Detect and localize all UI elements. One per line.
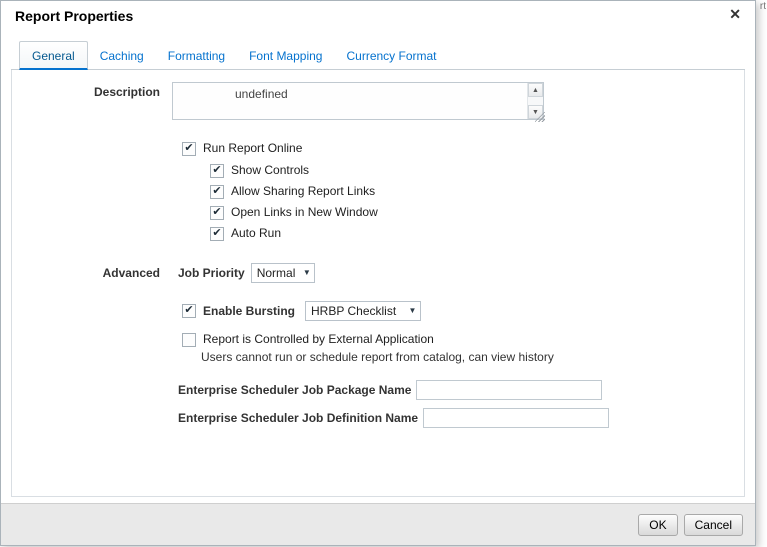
job-definition-input[interactable] bbox=[423, 408, 610, 428]
open-links-row: ✔ Open Links in New Window bbox=[210, 204, 744, 220]
run-report-online-label: Run Report Online bbox=[203, 141, 303, 155]
report-properties-dialog: Report Properties ✕ General Caching Form… bbox=[0, 0, 756, 546]
external-app-help-text: Users cannot run or schedule report from… bbox=[201, 350, 554, 364]
background-text-fragment: rt bbox=[759, 1, 766, 12]
dropdown-arrow-icon: ▼ bbox=[408, 306, 417, 315]
open-links-label: Open Links in New Window bbox=[231, 205, 378, 219]
job-definition-row: Enterprise Scheduler Job Definition Name bbox=[12, 408, 744, 428]
auto-run-row: ✔ Auto Run bbox=[210, 225, 744, 241]
ok-button[interactable]: OK bbox=[638, 513, 678, 536]
show-controls-row: ✔ Show Controls bbox=[210, 162, 744, 178]
external-app-checkbox[interactable] bbox=[182, 333, 196, 347]
allow-sharing-checkbox[interactable]: ✔ bbox=[210, 185, 224, 199]
close-icon[interactable]: ✕ bbox=[729, 6, 741, 22]
auto-run-checkbox[interactable]: ✔ bbox=[210, 227, 224, 241]
description-value: undefined bbox=[235, 87, 288, 101]
auto-run-label: Auto Run bbox=[231, 226, 282, 240]
job-package-row: Enterprise Scheduler Job Package Name bbox=[12, 380, 744, 400]
check-icon: ✔ bbox=[212, 206, 222, 218]
job-package-input[interactable] bbox=[416, 380, 603, 400]
dialog-title: Report Properties bbox=[15, 8, 134, 24]
run-report-online-checkbox[interactable]: ✔ bbox=[182, 142, 196, 156]
dialog-footer: OK Cancel bbox=[1, 503, 755, 545]
external-app-row: Report is Controlled by External Applica… bbox=[12, 331, 744, 364]
cancel-button[interactable]: Cancel bbox=[683, 513, 743, 536]
tab-font-mapping[interactable]: Font Mapping bbox=[237, 42, 334, 69]
dialog-header: Report Properties ✕ bbox=[1, 1, 755, 31]
show-controls-label: Show Controls bbox=[231, 163, 310, 177]
enable-bursting-row: ✔ Enable Bursting HRBP Checklist ▼ bbox=[12, 301, 744, 321]
dropdown-arrow-icon: ▼ bbox=[302, 268, 311, 277]
external-app-label: Report is Controlled by External Applica… bbox=[203, 332, 434, 346]
scroll-up-icon[interactable]: ▲ bbox=[528, 83, 543, 97]
check-icon: ✔ bbox=[212, 164, 222, 176]
tab-general[interactable]: General bbox=[19, 41, 88, 70]
description-textarea[interactable]: undefined ▲ ▼ bbox=[172, 82, 545, 122]
tab-caching[interactable]: Caching bbox=[88, 42, 156, 69]
job-priority-value: Normal bbox=[256, 266, 296, 280]
check-icon: ✔ bbox=[212, 185, 222, 197]
check-icon: ✔ bbox=[212, 227, 222, 239]
check-icon: ✔ bbox=[184, 142, 194, 154]
bursting-definition-select[interactable]: HRBP Checklist ▼ bbox=[305, 301, 422, 321]
job-priority-select[interactable]: Normal ▼ bbox=[250, 263, 316, 283]
bursting-definition-value: HRBP Checklist bbox=[311, 304, 397, 318]
advanced-row: Advanced Job Priority Normal ▼ bbox=[12, 263, 744, 283]
description-label: Description bbox=[93, 85, 160, 99]
open-links-checkbox[interactable]: ✔ bbox=[210, 206, 224, 220]
job-priority-label: Job Priority bbox=[178, 266, 245, 280]
show-controls-checkbox[interactable]: ✔ bbox=[210, 164, 224, 178]
enable-bursting-label: Enable Bursting bbox=[203, 304, 296, 318]
allow-sharing-row: ✔ Allow Sharing Report Links bbox=[210, 183, 744, 199]
run-report-online-row: ✔ Run Report Online ✔ Show Controls ✔ Al… bbox=[12, 140, 744, 241]
tab-currency-format[interactable]: Currency Format bbox=[334, 42, 448, 69]
description-row: Description undefined ▲ ▼ bbox=[12, 82, 744, 122]
tab-formatting[interactable]: Formatting bbox=[156, 42, 237, 69]
advanced-section-label: Advanced bbox=[102, 266, 160, 280]
allow-sharing-label: Allow Sharing Report Links bbox=[231, 184, 376, 198]
job-package-label: Enterprise Scheduler Job Package Name bbox=[178, 383, 412, 397]
general-tab-panel: Description undefined ▲ ▼ ✔ Run Report O… bbox=[11, 70, 745, 497]
check-icon: ✔ bbox=[184, 304, 194, 316]
enable-bursting-checkbox[interactable]: ✔ bbox=[182, 304, 196, 318]
job-definition-label: Enterprise Scheduler Job Definition Name bbox=[178, 411, 419, 425]
tab-bar: General Caching Formatting Font Mapping … bbox=[11, 41, 745, 70]
resize-grip-icon[interactable] bbox=[535, 112, 545, 122]
